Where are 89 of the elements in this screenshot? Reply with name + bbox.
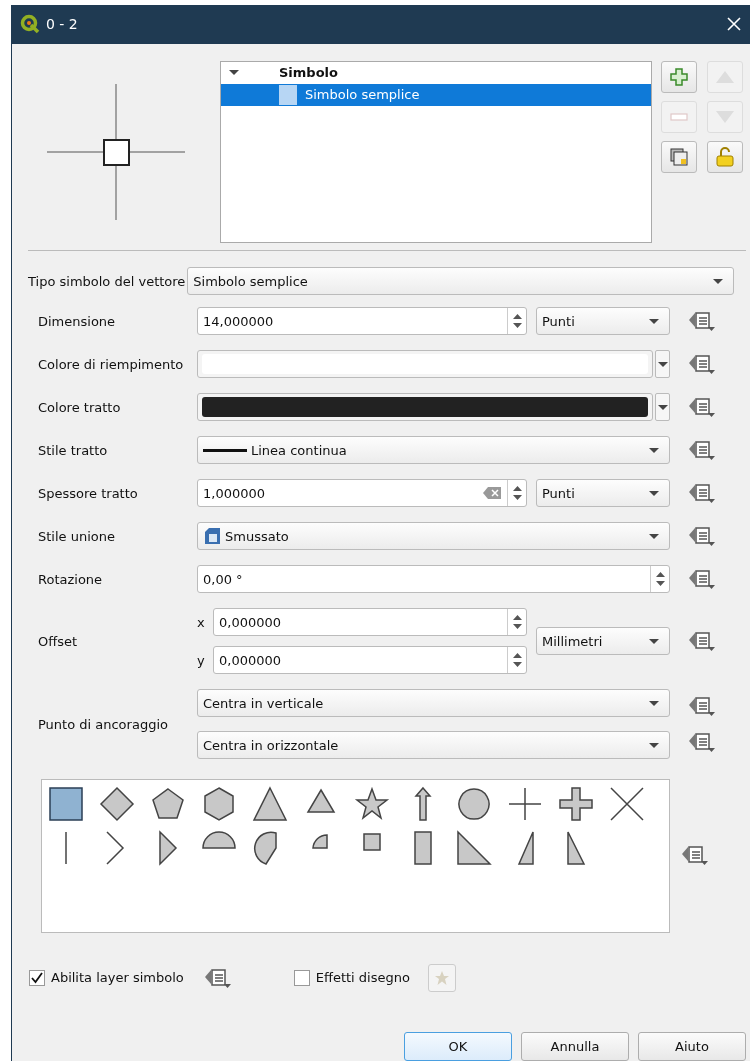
unlocked-padlock-icon — [716, 146, 734, 167]
data-defined-icon[interactable] — [688, 353, 716, 376]
axis-label: x — [197, 614, 206, 630]
checkbox[interactable] — [293, 969, 310, 986]
number-field[interactable]: 0,000000 — [213, 646, 527, 675]
data-defined-icon[interactable] — [688, 482, 716, 505]
window-title: 0 - 2 — [46, 16, 79, 33]
diamond-icon[interactable] — [99, 786, 135, 823]
caret-icon — [649, 700, 659, 706]
data-defined-icon[interactable] — [688, 731, 716, 754]
caret-icon — [649, 638, 659, 644]
caret-icon — [649, 318, 659, 324]
dialog-button[interactable]: Annulla — [521, 1032, 629, 1061]
bevel-join-icon — [203, 527, 221, 546]
spin-arrows-icon[interactable] — [512, 313, 522, 330]
duplicate-layer-button[interactable] — [661, 140, 697, 173]
data-defined-icon[interactable] — [203, 966, 232, 989]
number-field[interactable]: 1,000000 — [197, 479, 527, 508]
tree-item[interactable]: Simbolo — [279, 65, 338, 81]
dropdown-button[interactable] — [655, 350, 670, 379]
field-label: Dimensione — [38, 313, 117, 329]
unit-dropdown[interactable]: Millimetri — [536, 627, 670, 656]
number-field[interactable]: 14,000000 — [197, 307, 527, 336]
join-style-dropdown[interactable]: Smussato — [197, 522, 670, 551]
right-triangle-icon[interactable] — [456, 830, 492, 867]
plus-icon[interactable] — [558, 786, 594, 823]
caret-icon — [649, 742, 659, 748]
anchor-dropdown[interactable]: Centra in orizzontale — [197, 731, 670, 760]
clear-icon[interactable] — [483, 487, 501, 500]
field-label: Offset — [38, 633, 79, 649]
dialog-button[interactable]: Aiuto — [638, 1032, 746, 1061]
number-field[interactable]: 0,000000 — [213, 608, 527, 637]
caret-icon — [713, 278, 723, 284]
field-label: Colore tratto — [38, 399, 122, 415]
square-icon[interactable] — [48, 786, 84, 823]
caret-icon — [657, 361, 668, 367]
data-defined-icon[interactable] — [688, 525, 716, 548]
caret-icon — [649, 447, 659, 453]
field-label: Tipo simbolo del vettore — [28, 273, 186, 289]
data-defined-icon[interactable] — [688, 695, 716, 718]
field-label: Rotazione — [38, 571, 104, 587]
minus-icon — [670, 112, 688, 121]
plus-icon — [670, 67, 688, 86]
collapse-arrow-icon[interactable] — [229, 69, 239, 76]
number-field[interactable]: 0,00 ° — [197, 565, 670, 594]
triangle-icon[interactable] — [252, 786, 288, 823]
close-icon[interactable] — [726, 16, 742, 33]
dropdown-button[interactable] — [655, 393, 670, 422]
data-defined-icon[interactable] — [688, 439, 716, 462]
data-defined-icon[interactable] — [680, 843, 709, 866]
anchor-dropdown[interactable]: Centra in verticale — [197, 689, 670, 718]
field-label: Stile unione — [38, 528, 116, 544]
dialog-button[interactable]: OK — [404, 1032, 512, 1061]
spin-arrows-icon[interactable] — [512, 614, 522, 631]
cross-icon[interactable] — [507, 786, 543, 823]
field-label: Punto di ancoraggio — [38, 716, 169, 732]
lock-layer-button[interactable] — [707, 140, 743, 173]
color-button[interactable] — [197, 393, 653, 422]
axis-label: y — [197, 652, 206, 668]
color-button[interactable] — [197, 350, 653, 379]
checkbox-label[interactable]: Abilita layer simbolo — [51, 970, 184, 986]
caret-icon — [649, 533, 659, 539]
field-label: Colore di riempimento — [38, 356, 185, 372]
unit-dropdown[interactable]: Punti — [536, 307, 670, 336]
symbol-type-dropdown[interactable]: Simbolo semplice — [187, 267, 734, 296]
solid-line-icon — [203, 448, 247, 452]
field-label: Spessore tratto — [38, 485, 139, 501]
add-layer-button[interactable] — [661, 60, 697, 93]
data-defined-icon[interactable] — [688, 396, 716, 419]
app-logo-icon — [20, 14, 40, 35]
hexagon-icon[interactable] — [201, 786, 237, 823]
field-label: Stile tratto — [38, 442, 109, 458]
spin-arrows-icon[interactable] — [512, 485, 522, 502]
tree-item[interactable]: Simbolo semplice — [221, 83, 651, 106]
circle-icon[interactable] — [456, 786, 492, 823]
data-defined-icon[interactable] — [688, 310, 716, 333]
unit-dropdown[interactable]: Punti — [536, 479, 670, 508]
checkbox[interactable] — [29, 969, 45, 986]
line-style-dropdown[interactable]: Linea continua — [197, 436, 670, 465]
data-defined-icon[interactable] — [688, 630, 716, 653]
x-icon[interactable] — [609, 786, 645, 823]
data-defined-icon[interactable] — [688, 568, 716, 591]
caret-icon — [657, 404, 668, 410]
star-icon — [433, 969, 450, 986]
duplicate-icon — [670, 147, 688, 166]
caret-icon — [649, 490, 659, 496]
spin-arrows-icon[interactable] — [655, 571, 665, 588]
spin-arrows-icon[interactable] — [512, 652, 522, 669]
checkbox-label[interactable]: Effetti disegno — [315, 970, 410, 986]
